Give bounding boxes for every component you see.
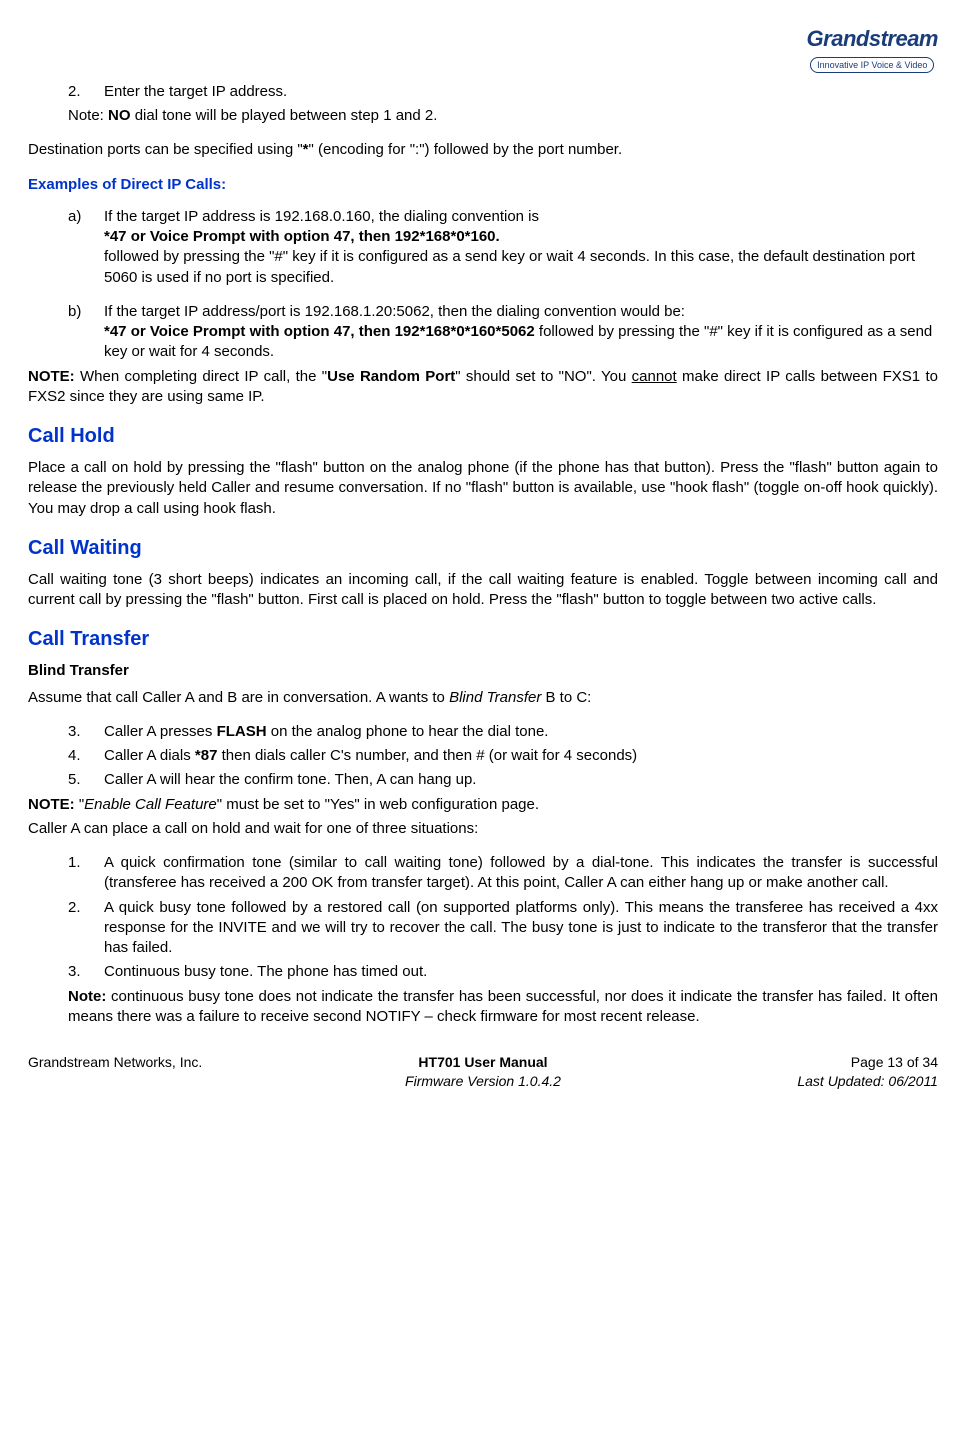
transfer-intro: Assume that call Caller A and B are in c… bbox=[28, 688, 938, 708]
list-item: 5. Caller A will hear the confirm tone. … bbox=[68, 770, 938, 790]
list-body: If the target IP address/port is 192.168… bbox=[104, 302, 938, 363]
footer-center: HT701 User Manual Firmware Version 1.0.4… bbox=[333, 1053, 633, 1091]
list-item: 2. Enter the target IP address. bbox=[68, 82, 938, 102]
call-hold-heading: Call Hold bbox=[28, 423, 938, 450]
blind-transfer-heading: Blind Transfer bbox=[28, 661, 938, 681]
logo-text: Grandstream bbox=[807, 24, 938, 54]
note-label: NOTE: bbox=[28, 368, 75, 385]
note-label: Note: bbox=[68, 988, 106, 1005]
note-rest: dial tone will be played between step 1 … bbox=[131, 107, 438, 124]
logo-tagline: Innovative IP Voice & Video bbox=[810, 57, 934, 73]
list-item: b) If the target IP address/port is 192.… bbox=[68, 302, 938, 363]
note-label: NOTE: bbox=[28, 796, 75, 813]
list-body: If the target IP address is 192.168.0.16… bbox=[104, 207, 938, 288]
footer-left: Grandstream Networks, Inc. bbox=[28, 1053, 328, 1091]
note-block: NOTE: When completing direct IP call, th… bbox=[28, 367, 938, 408]
list-marker: a) bbox=[68, 207, 104, 288]
call-waiting-heading: Call Waiting bbox=[28, 535, 938, 562]
list-marker: b) bbox=[68, 302, 104, 363]
list-item: 3. Continuous busy tone. The phone has t… bbox=[68, 962, 938, 982]
examples-heading: Examples of Direct IP Calls: bbox=[28, 175, 938, 195]
list-text: Enter the target IP address. bbox=[104, 82, 938, 102]
list-item: a) If the target IP address is 192.168.0… bbox=[68, 207, 938, 288]
logo: Grandstream Innovative IP Voice & Video bbox=[28, 24, 938, 74]
list-marker: 2. bbox=[68, 82, 104, 102]
footer-right: Page 13 of 34 Last Updated: 06/2011 bbox=[638, 1053, 938, 1091]
note-block: Note: continuous busy tone does not indi… bbox=[68, 987, 938, 1028]
page-footer: Grandstream Networks, Inc. HT701 User Ma… bbox=[28, 1047, 938, 1091]
note-prefix: Note: bbox=[68, 107, 108, 124]
note-line2: Caller A can place a call on hold and wa… bbox=[28, 819, 938, 839]
call-waiting-body: Call waiting tone (3 short beeps) indica… bbox=[28, 570, 938, 611]
note-line: Note: NO dial tone will be played betwee… bbox=[68, 106, 938, 126]
list-item: 1. A quick confirmation tone (similar to… bbox=[68, 853, 938, 894]
dest-ports-line: Destination ports can be specified using… bbox=[28, 140, 938, 160]
list-item: 3. Caller A presses FLASH on the analog … bbox=[68, 722, 938, 742]
call-transfer-heading: Call Transfer bbox=[28, 626, 938, 653]
list-item: 2. A quick busy tone followed by a resto… bbox=[68, 898, 938, 959]
note-block: NOTE: "Enable Call Feature" must be set … bbox=[28, 795, 938, 815]
call-hold-body: Place a call on hold by pressing the "fl… bbox=[28, 458, 938, 519]
note-bold: NO bbox=[108, 107, 131, 124]
list-item: 4. Caller A dials *87 then dials caller … bbox=[68, 746, 938, 766]
